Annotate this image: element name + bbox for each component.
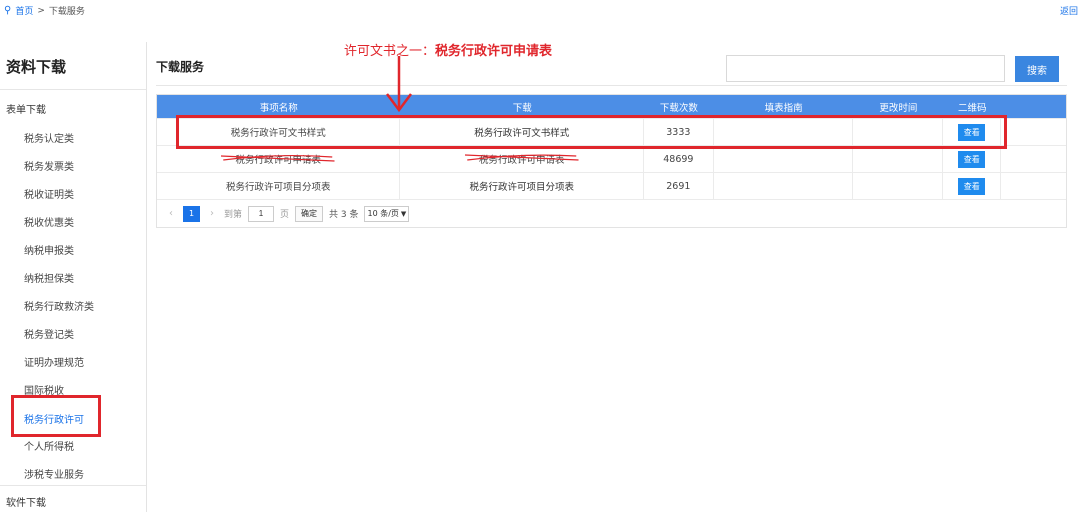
- qr-cell: 查看: [943, 146, 1002, 172]
- sidebar-title: 资料下载: [6, 58, 67, 76]
- item-name-cell: 税务行政许可申请表: [157, 146, 401, 172]
- time-cell: [853, 146, 944, 172]
- download-link[interactable]: 税务行政许可申请表: [479, 155, 565, 166]
- view-qr-button[interactable]: 查看: [958, 150, 986, 168]
- column-header-spacer: [1001, 95, 1066, 118]
- sidebar-item[interactable]: 税务行政救济类: [24, 298, 94, 313]
- row-highlight-box: [176, 115, 1007, 149]
- annotation-arrow-icon: [386, 56, 412, 113]
- goto-label: 到第: [224, 210, 243, 220]
- next-page-button[interactable]: ›: [206, 208, 218, 219]
- page-size-value: 10 条/页: [367, 209, 399, 218]
- header-divider: [156, 85, 1067, 86]
- download-link[interactable]: 税务行政许可项目分项表: [400, 173, 644, 199]
- goto-page-input[interactable]: [248, 205, 275, 222]
- breadcrumb: ⚲ 首页 > 下载服务: [4, 4, 85, 17]
- location-pin-icon: ⚲: [4, 5, 12, 16]
- top-bar: ⚲ 首页 > 下载服务 返回: [0, 0, 1080, 22]
- time-cell: [853, 173, 944, 199]
- table-row: 税务行政许可申请表 税务行政许可申请表 48699 查看: [157, 145, 1066, 172]
- download-cell: 税务行政许可申请表: [400, 146, 644, 172]
- sidebar-item[interactable]: 纳税担保类: [24, 270, 74, 285]
- breadcrumb-separator: >: [37, 5, 45, 16]
- download-count: 48699: [644, 146, 714, 172]
- spacer-cell: [1001, 119, 1066, 145]
- table-row: 税务行政许可项目分项表 税务行政许可项目分项表 2691 查看: [157, 172, 1066, 199]
- search-button[interactable]: 搜索: [1015, 56, 1059, 82]
- spacer-cell: [1001, 146, 1066, 172]
- sidebar: 资料下载 表单下载 税务认定类 税务发票类 税收证明类 税收优惠类 纳税申报类 …: [0, 42, 147, 512]
- item-name-struck: 税务行政许可申请表: [221, 152, 336, 166]
- total-count: 共 3 条: [329, 210, 359, 220]
- breadcrumb-home-link[interactable]: 首页: [15, 4, 33, 17]
- sidebar-divider: [0, 89, 146, 90]
- spacer-cell: [1001, 173, 1066, 199]
- download-link-struck[interactable]: 税务行政许可申请表: [464, 152, 579, 166]
- sidebar-group-forms[interactable]: 表单下载: [6, 101, 46, 116]
- sidebar-item[interactable]: 证明办理规范: [24, 354, 84, 369]
- item-name: 税务行政许可项目分项表: [157, 173, 401, 199]
- sidebar-item[interactable]: 纳税申报类: [24, 242, 74, 257]
- sidebar-item[interactable]: 税收优惠类: [24, 214, 74, 229]
- back-link[interactable]: 返回: [1060, 4, 1078, 17]
- sidebar-item[interactable]: 涉税专业服务: [24, 466, 84, 481]
- breadcrumb-current: 下载服务: [48, 7, 85, 17]
- page-label: 页: [280, 210, 290, 220]
- page-title: 下载服务: [156, 60, 205, 74]
- sidebar-item[interactable]: 税务登记类: [24, 326, 74, 341]
- prev-page-button[interactable]: ‹: [165, 208, 177, 219]
- sidebar-item[interactable]: 税务认定类: [24, 130, 74, 145]
- chevron-down-icon: ▼: [400, 209, 407, 218]
- sidebar-item[interactable]: 税务发票类: [24, 158, 74, 173]
- search-input[interactable]: [726, 55, 1005, 82]
- qr-cell: 查看: [943, 173, 1002, 199]
- annotation-bold: 税务行政许可申请表: [435, 44, 553, 59]
- sidebar-item[interactable]: 个人所得税: [24, 438, 74, 453]
- page-size-select[interactable]: 10 条/页 ▼: [364, 205, 410, 222]
- item-name: 税务行政许可申请表: [235, 155, 321, 166]
- sidebar-highlight-box: [11, 395, 101, 437]
- sidebar-group-software[interactable]: 软件下载: [6, 494, 46, 509]
- sidebar-item[interactable]: 税收证明类: [24, 186, 74, 201]
- view-qr-button[interactable]: 查看: [958, 177, 986, 195]
- sidebar-divider: [0, 485, 146, 486]
- download-count: 2691: [644, 173, 714, 199]
- annotation-text: 许可文书之一：税务行政许可申请表: [344, 40, 552, 59]
- goto-confirm-button[interactable]: 确定: [295, 205, 324, 222]
- guide-cell: [714, 173, 854, 199]
- guide-cell: [714, 146, 854, 172]
- pagination: ‹ 1 › 到第 页 确定 共 3 条 10 条/页 ▼: [157, 199, 1066, 227]
- page-number-current[interactable]: 1: [183, 205, 200, 222]
